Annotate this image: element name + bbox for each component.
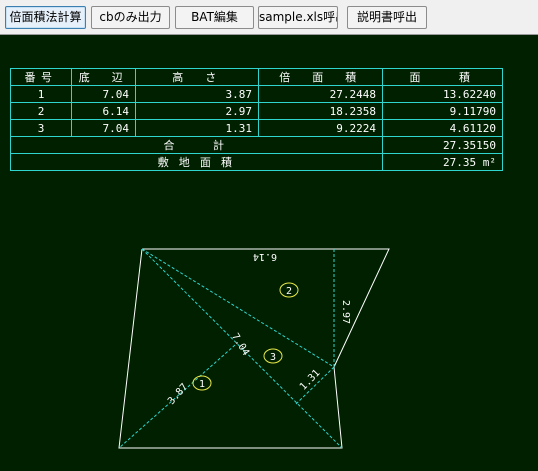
open-sample-xls-button[interactable]: sample.xls呼出 bbox=[258, 6, 338, 29]
height1-label: 3.87 bbox=[166, 382, 190, 407]
height2-label: 2.97 bbox=[340, 300, 351, 324]
lot-outline bbox=[118, 248, 390, 449]
open-manual-button[interactable]: 説明書呼出 bbox=[347, 6, 427, 29]
bat-edit-button[interactable]: BAT編集 bbox=[175, 6, 254, 29]
toolbar: 倍面積法計算 cbのみ出力 BAT編集 sample.xls呼出 説明書呼出 bbox=[0, 0, 538, 35]
diagonal-label: 7.04 bbox=[229, 332, 251, 358]
triangle-3-number: 3 bbox=[270, 352, 276, 363]
height3-label: 1.31 bbox=[298, 368, 323, 393]
triangle-1-number: 1 bbox=[199, 379, 205, 390]
triangle-2-number: 2 bbox=[286, 286, 292, 297]
calc-double-area-button[interactable]: 倍面積法計算 bbox=[5, 6, 86, 29]
top-base-label: 6.14 bbox=[253, 251, 277, 262]
plot-figure: 6.14 2.97 7.04 3.87 1.31 2 3 1 bbox=[118, 248, 390, 449]
cb-output-button[interactable]: cbのみ出力 bbox=[91, 6, 170, 29]
